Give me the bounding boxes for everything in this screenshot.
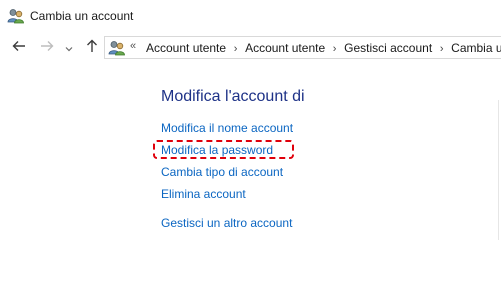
chevron-down-icon: [65, 39, 73, 57]
title-bar: Cambia un account: [0, 0, 501, 34]
up-button[interactable]: [82, 38, 102, 58]
breadcrumb-item[interactable]: Account utente: [245, 41, 325, 55]
breadcrumb-item[interactable]: Cambia un account: [451, 41, 501, 55]
change-account-type-link[interactable]: Cambia tipo di account: [161, 165, 283, 179]
navigation-bar: « Account utente › Account utente › Gestisci…: [0, 34, 501, 62]
breadcrumb-item[interactable]: Account utente: [146, 41, 226, 55]
control-panel-window: Cambia un account « Account utente › Acc…: [0, 0, 501, 299]
breadcrumb-chevron-icon[interactable]: ›: [432, 43, 451, 55]
arrow-up-icon: [86, 39, 98, 58]
breadcrumb-chevron-icon[interactable]: ›: [325, 43, 344, 55]
forward-button[interactable]: [37, 38, 57, 58]
recent-locations-button[interactable]: [62, 38, 76, 58]
user-accounts-icon: [108, 40, 126, 56]
breadcrumb-item[interactable]: Gestisci account: [344, 41, 432, 55]
address-bar[interactable]: « Account utente › Account utente › Gestisci…: [104, 36, 501, 59]
breadcrumb: Account utente › Account utente › Gestisci a…: [146, 41, 501, 55]
delete-account-link[interactable]: Elimina account: [161, 187, 246, 201]
user-accounts-icon: [7, 8, 25, 24]
arrow-left-icon: [12, 39, 26, 57]
page-title: Modifica l'account di: [161, 88, 305, 105]
breadcrumb-overflow-button[interactable]: «: [130, 40, 136, 52]
manage-another-account-link[interactable]: Gestisci un altro account: [161, 216, 292, 230]
change-account-name-link[interactable]: Modifica il nome account: [161, 121, 293, 135]
breadcrumb-chevron-icon[interactable]: ›: [226, 43, 245, 55]
highlight-annotation: [153, 140, 294, 159]
back-button[interactable]: [9, 38, 29, 58]
window-title: Cambia un account: [30, 9, 134, 23]
arrow-right-icon: [40, 39, 54, 57]
